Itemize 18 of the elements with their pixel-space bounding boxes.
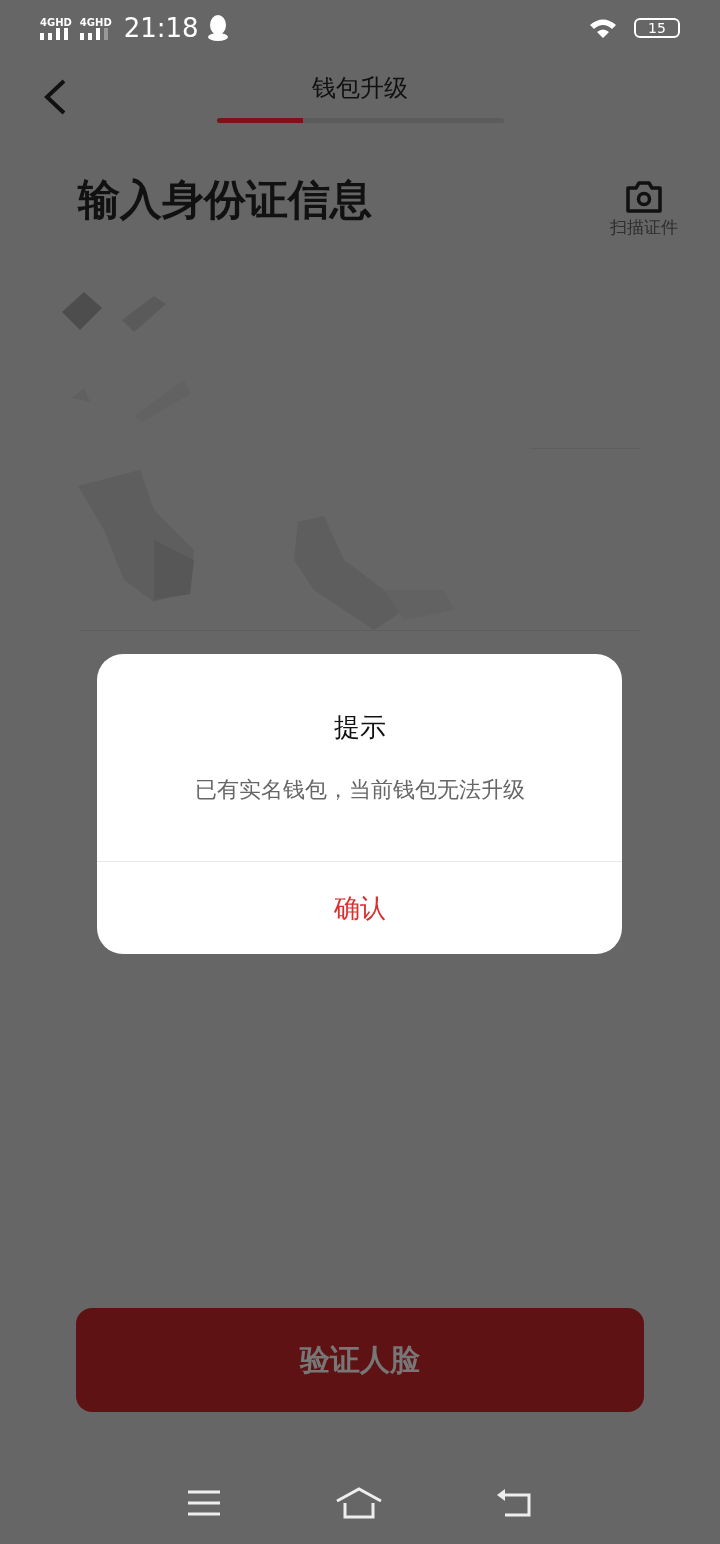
battery-icon: 15	[634, 18, 680, 38]
signal-icon	[79, 27, 110, 40]
dialog-title: 提示	[332, 711, 387, 744]
signal-icon	[40, 27, 70, 40]
network-label: 4GHD	[79, 16, 112, 28]
scan-button[interactable]: 扫描证件	[610, 172, 678, 239]
camera-icon	[624, 180, 664, 214]
wifi-icon	[588, 17, 618, 39]
clock: 21:18	[123, 13, 199, 43]
network-label: 4GHD	[40, 16, 72, 28]
back-icon[interactable]	[497, 1489, 533, 1517]
page-title: 钱包升级	[312, 73, 408, 104]
dialog-message: 已有实名钱包，当前钱包无法升级	[193, 776, 526, 804]
section-heading: 输入身份证信息	[78, 174, 372, 226]
back-icon[interactable]	[42, 78, 68, 116]
confirm-button[interactable]: 确认	[97, 862, 622, 954]
menu-icon[interactable]	[187, 1490, 221, 1516]
home-icon[interactable]	[335, 1487, 383, 1519]
